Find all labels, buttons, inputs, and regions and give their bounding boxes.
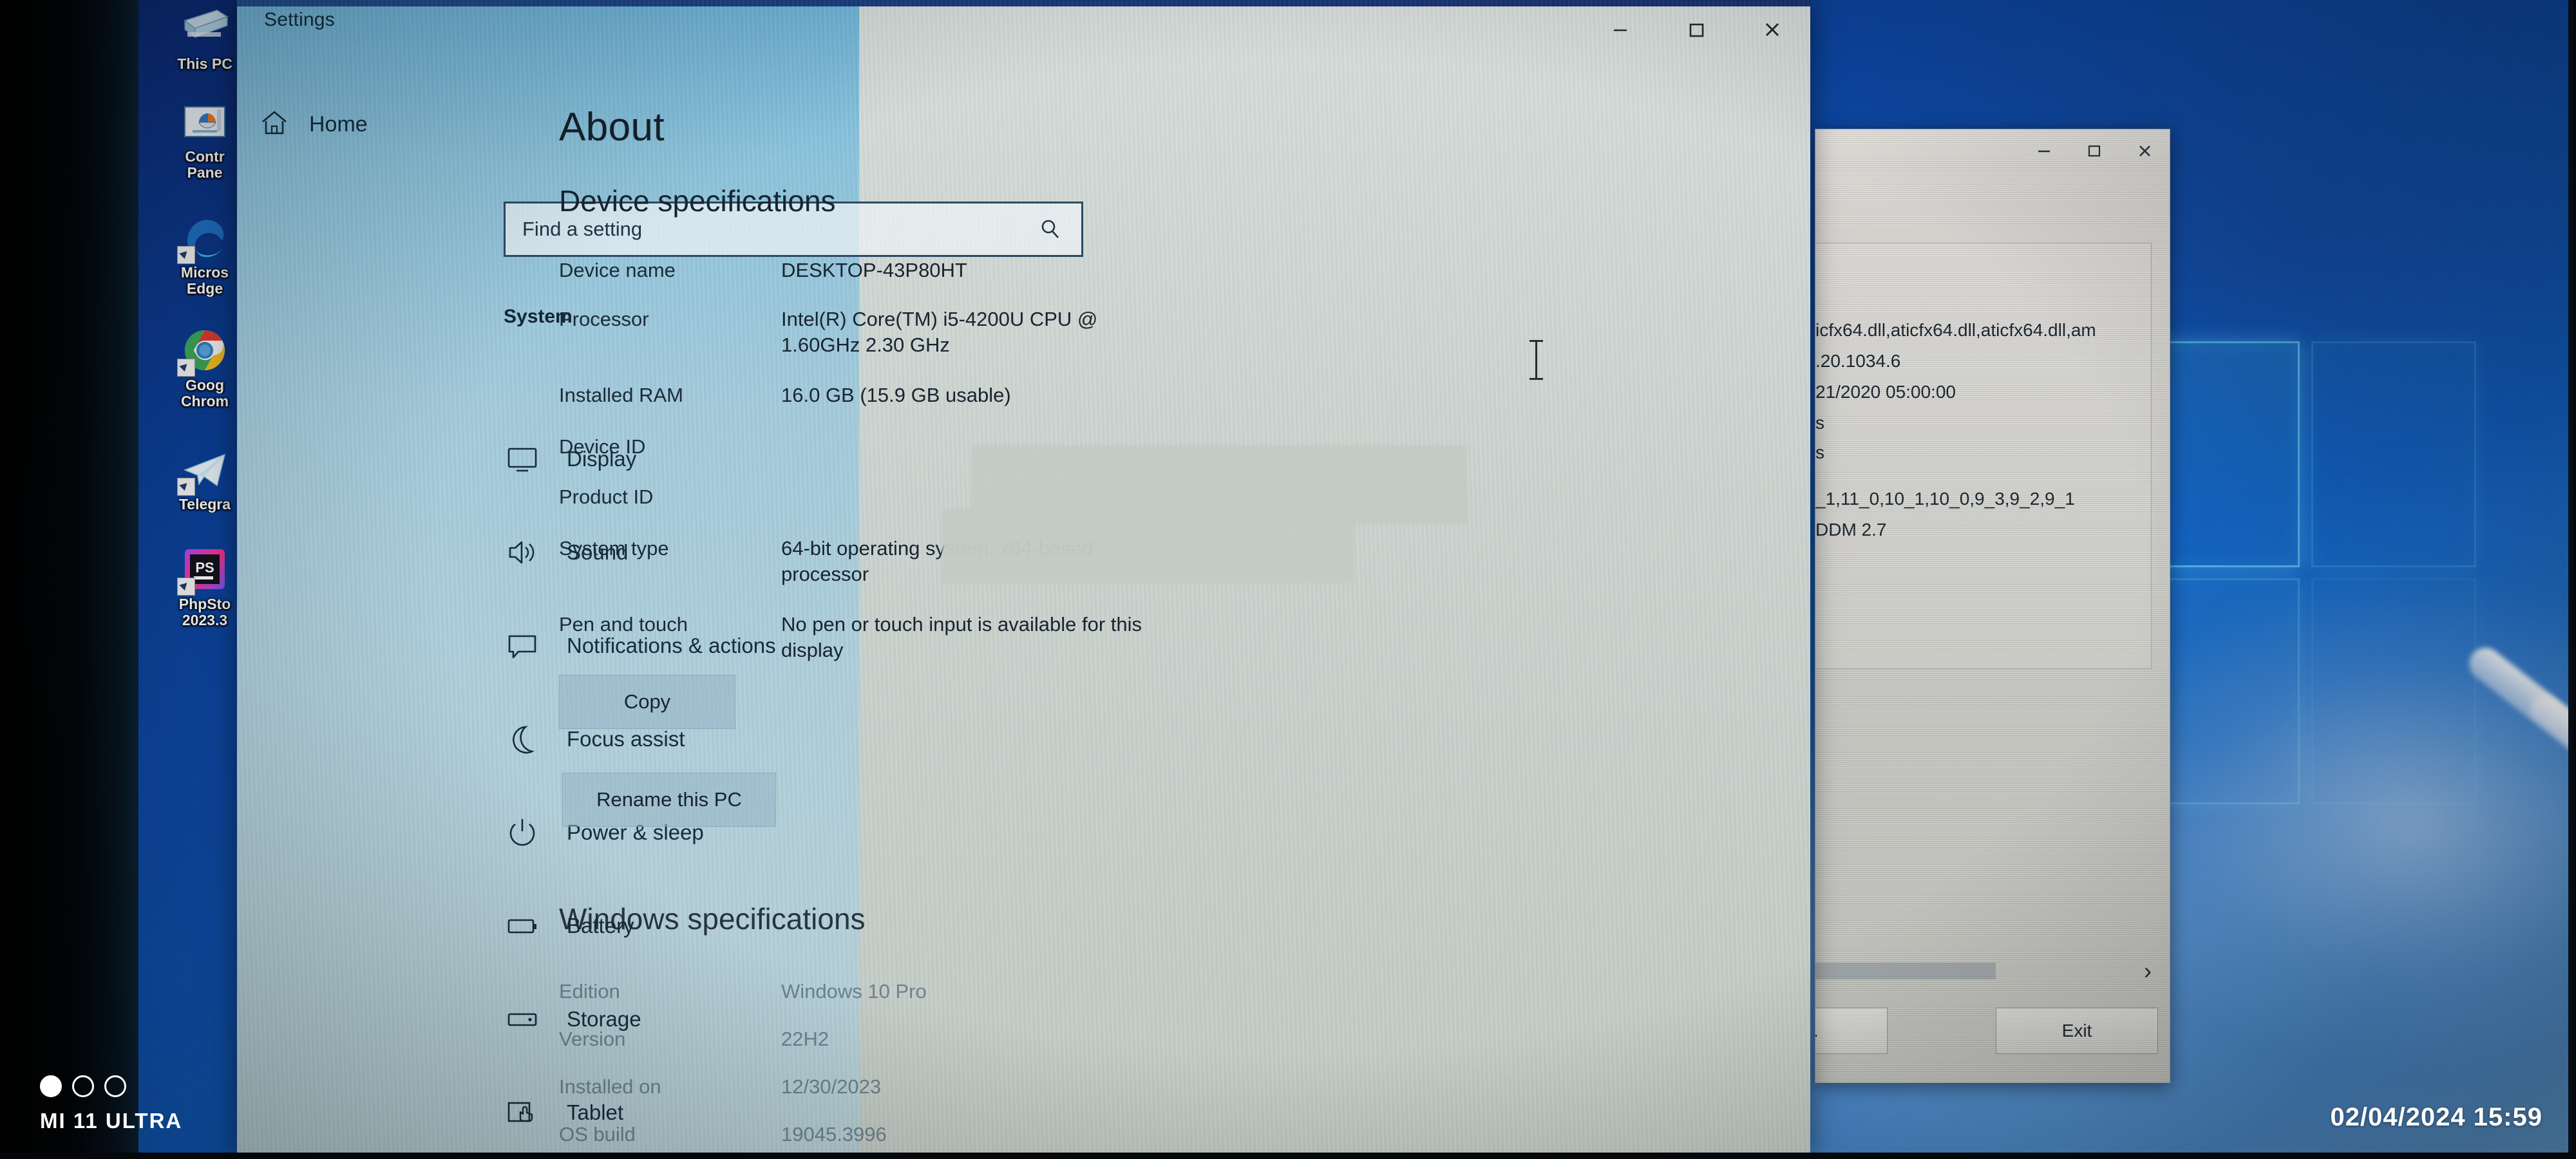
shortcut-arrow-icon [177, 478, 195, 496]
microsoft-edge-icon [177, 212, 230, 264]
spec-row-version: Version 22H2 [559, 1026, 1177, 1052]
spec-key: Pen and touch [559, 613, 688, 636]
spec-key: Edition [559, 980, 620, 1003]
chevron-right-icon[interactable]: › [2144, 957, 2152, 985]
spec-row-os-build: OS build 19045.3996 [559, 1122, 1177, 1147]
spec-value: No pen or touch input is available for t… [781, 613, 1142, 661]
spec-row-installed-ram: Installed RAM 16.0 GB (15.9 GB usable) [559, 382, 1177, 408]
monitor-icon [504, 440, 541, 478]
spec-row-device-name: Device name DESKTOP-43P80HT [559, 258, 1177, 283]
dxdiag-line: 21/2020 05:00:00 [1815, 382, 1956, 402]
settings-window-controls [1582, 0, 1810, 59]
spec-value: 12/30/2023 [781, 1075, 882, 1098]
notification-icon [504, 627, 541, 664]
redaction-overlay-product-id [942, 509, 1354, 583]
telegram-icon [177, 444, 230, 496]
spec-key: Installed RAM [559, 384, 683, 406]
dxdiag-close-button[interactable] [2119, 130, 2170, 171]
dxdiag-maximize-button[interactable] [2069, 130, 2119, 171]
dxdiag-line: icfx64.dll,aticfx64.dll,aticfx64.dll,am [1815, 320, 2096, 340]
dxdiag-listbox[interactable] [1815, 243, 2152, 669]
this-pc-icon [180, 4, 230, 54]
settings-window[interactable]: Settings Home Find a setting System Disp… [237, 0, 1810, 1159]
dxdiag-save-all-information-button[interactable]: mation... [1815, 1008, 1888, 1054]
google-chrome-icon [177, 325, 230, 377]
dxdiag-exit-button[interactable]: Exit [1996, 1008, 2158, 1054]
spec-value: 22H2 [781, 1028, 829, 1050]
windows-logo-watermark [2135, 341, 2476, 831]
windows-specifications-heading: Windows specifications [559, 902, 866, 936]
spec-key: Installed on [559, 1075, 661, 1098]
camera-watermark-label: MI 11 ULTRA [40, 1109, 183, 1133]
spec-key: System type [559, 537, 669, 560]
photo-timestamp: 02/04/2024 15:59 [2330, 1103, 2543, 1131]
spec-value: Intel(R) Core(TM) i5-4200U CPU @ 1.60GHz… [781, 308, 1098, 356]
battery-icon [504, 907, 541, 945]
spec-row-installed-on: Installed on 12/30/2023 [559, 1074, 1177, 1100]
shortcut-arrow-icon [177, 246, 195, 264]
spec-row-edition: Edition Windows 10 Pro [559, 979, 1177, 1004]
sidebar-item-label: Focus assist [567, 726, 685, 751]
search-placeholder: Find a setting [522, 218, 643, 240]
search-icon[interactable] [1037, 216, 1081, 242]
dxdiag-line: .20.1034.6 [1815, 351, 1901, 371]
copy-button[interactable]: Copy [559, 675, 735, 729]
dxdiag-minimize-button[interactable] [2019, 130, 2069, 171]
settings-window-title: Settings [264, 9, 335, 30]
dxdiag-body: icfx64.dll,aticfx64.dll,aticfx64.dll,am … [1815, 172, 2170, 1082]
moon-icon [504, 721, 541, 758]
monitor-bezel-right [2568, 0, 2576, 1159]
spec-value: DESKTOP-43P80HT [781, 259, 967, 281]
spec-key: Version [559, 1028, 626, 1050]
dxdiag-line: s [1815, 413, 1824, 433]
dxdiag-window[interactable]: icfx64.dll,aticfx64.dll,aticfx64.dll,am … [1815, 129, 2170, 1083]
dxdiag-titlebar[interactable] [1815, 129, 2170, 172]
maximize-button[interactable] [1658, 0, 1734, 59]
speaker-icon [504, 534, 541, 571]
windows-specifications-table: Edition Windows 10 Pro Version 22H2 Inst… [559, 979, 1177, 1147]
spec-key: Device ID [559, 435, 646, 458]
dxdiag-progress-bar [1815, 963, 1996, 979]
dxdiag-line: DDM 2.7 [1815, 520, 1887, 540]
shortcut-arrow-icon [177, 359, 195, 377]
dxdiag-line: _1,11_0,10_1,10_0,9_3,9_2,9_1 [1815, 489, 2075, 509]
home-icon [259, 108, 290, 142]
shortcut-arrow-icon [177, 578, 195, 596]
spec-value: Windows 10 Pro [781, 980, 927, 1003]
minimize-button[interactable] [1582, 0, 1658, 59]
monitor-photo: This PC Contr Pane Micros Edge Goog Chro… [0, 0, 2576, 1159]
spec-key: Processor [559, 308, 649, 330]
spec-value: 19045.3996 [781, 1123, 887, 1145]
device-specifications-heading: Device specifications [559, 184, 836, 218]
tablet-icon [504, 1094, 541, 1131]
monitor-bezel-bottom [0, 1153, 2576, 1159]
phpstorm-icon: PS [177, 544, 230, 596]
text-cursor [1530, 340, 1543, 380]
dxdiag-footer: mation... Exit [1815, 986, 2170, 1082]
spec-row-pen-and-touch: Pen and touch No pen or touch input is a… [559, 612, 1177, 663]
spec-key: Device name [559, 259, 676, 281]
page-title: About [559, 105, 665, 149]
close-button[interactable] [1734, 0, 1810, 59]
storage-icon [504, 1001, 541, 1038]
rename-this-pc-button[interactable]: Rename this PC [562, 773, 776, 827]
camera-lens-dots-icon [40, 1075, 182, 1097]
power-icon [504, 814, 541, 851]
spec-row-processor: Processor Intel(R) Core(TM) i5-4200U CPU… [559, 306, 1177, 358]
settings-window-topstrip [237, 0, 1810, 6]
dxdiag-line: s [1815, 442, 1824, 462]
spec-value: 16.0 GB (15.9 GB usable) [781, 384, 1011, 406]
control-panel-icon [180, 97, 230, 147]
camera-watermark: MI 11 ULTRA [40, 1075, 182, 1133]
spec-key: Product ID [559, 485, 654, 508]
sidebar-item-home[interactable]: Home [259, 104, 594, 144]
monitor-bezel-left [0, 0, 138, 1159]
svg-text:PS: PS [195, 560, 214, 576]
spec-key: OS build [559, 1123, 636, 1145]
sidebar-item-label: Home [309, 111, 368, 137]
